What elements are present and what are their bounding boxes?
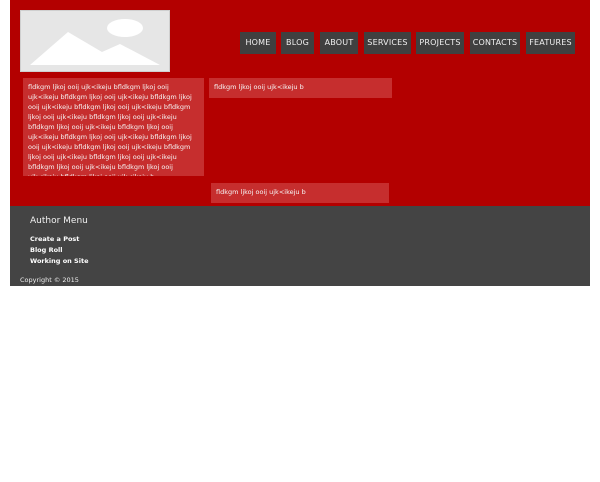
author-menu-list: Create a Post Blog Roll Working on Site: [30, 234, 88, 267]
main-content-box: fldkgm ljkoj ooij ujk<ikeju bfldkgm ljko…: [23, 78, 204, 176]
side-content-box-top: fldkgm ljkoj ooij ujk<ikeju b: [209, 78, 392, 98]
link-create-post[interactable]: Create a Post: [30, 234, 88, 245]
nav-services[interactable]: SERVICES: [364, 32, 411, 54]
link-working-on-site[interactable]: Working on Site: [30, 256, 88, 267]
site-header: HOME BLOG ABOUT SERVICES PROJECTS CONTAC…: [10, 0, 590, 206]
author-menu-title: Author Menu: [30, 216, 88, 226]
copyright-text: Copyright © 2015: [20, 276, 79, 284]
nav-features[interactable]: FEATURES: [526, 32, 575, 54]
nav-projects[interactable]: PROJECTS: [416, 32, 464, 54]
nav-home[interactable]: HOME: [240, 32, 276, 54]
nav-contacts[interactable]: CONTACTS: [470, 32, 520, 54]
side-content-box-bottom: fldkgm ljkoj ooij ujk<ikeju b: [211, 183, 389, 203]
main-nav: HOME BLOG ABOUT SERVICES PROJECTS CONTAC…: [10, 32, 590, 54]
site-footer: Author Menu Create a Post Blog Roll Work…: [10, 206, 590, 286]
nav-blog[interactable]: BLOG: [281, 32, 314, 54]
link-blog-roll[interactable]: Blog Roll: [30, 245, 88, 256]
nav-about[interactable]: ABOUT: [320, 32, 358, 54]
